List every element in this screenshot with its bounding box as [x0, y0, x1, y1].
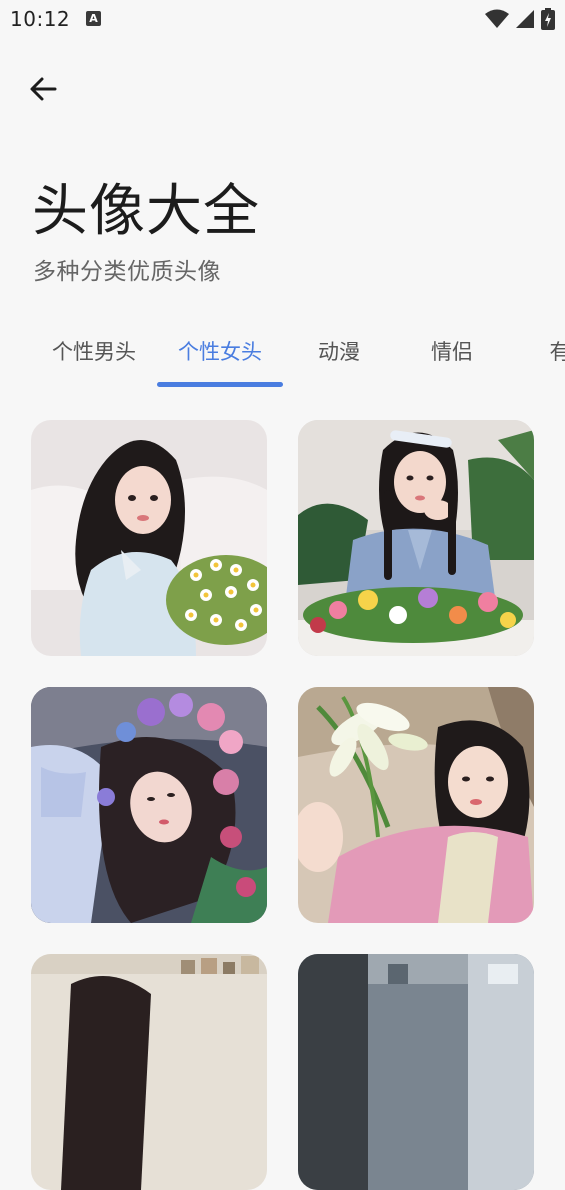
avatar-image — [31, 420, 267, 656]
avatar-card[interactable] — [298, 687, 534, 923]
avatar-image — [31, 954, 267, 1190]
avatar-image — [31, 687, 267, 923]
avatar-image — [298, 420, 534, 656]
avatar-grid — [0, 0, 565, 1190]
avatar-card[interactable] — [298, 420, 534, 656]
avatar-card[interactable] — [31, 420, 267, 656]
avatar-card[interactable] — [31, 687, 267, 923]
avatar-image — [298, 954, 534, 1190]
avatar-card[interactable] — [31, 954, 267, 1190]
avatar-image — [298, 687, 534, 923]
avatar-card[interactable] — [298, 954, 534, 1190]
